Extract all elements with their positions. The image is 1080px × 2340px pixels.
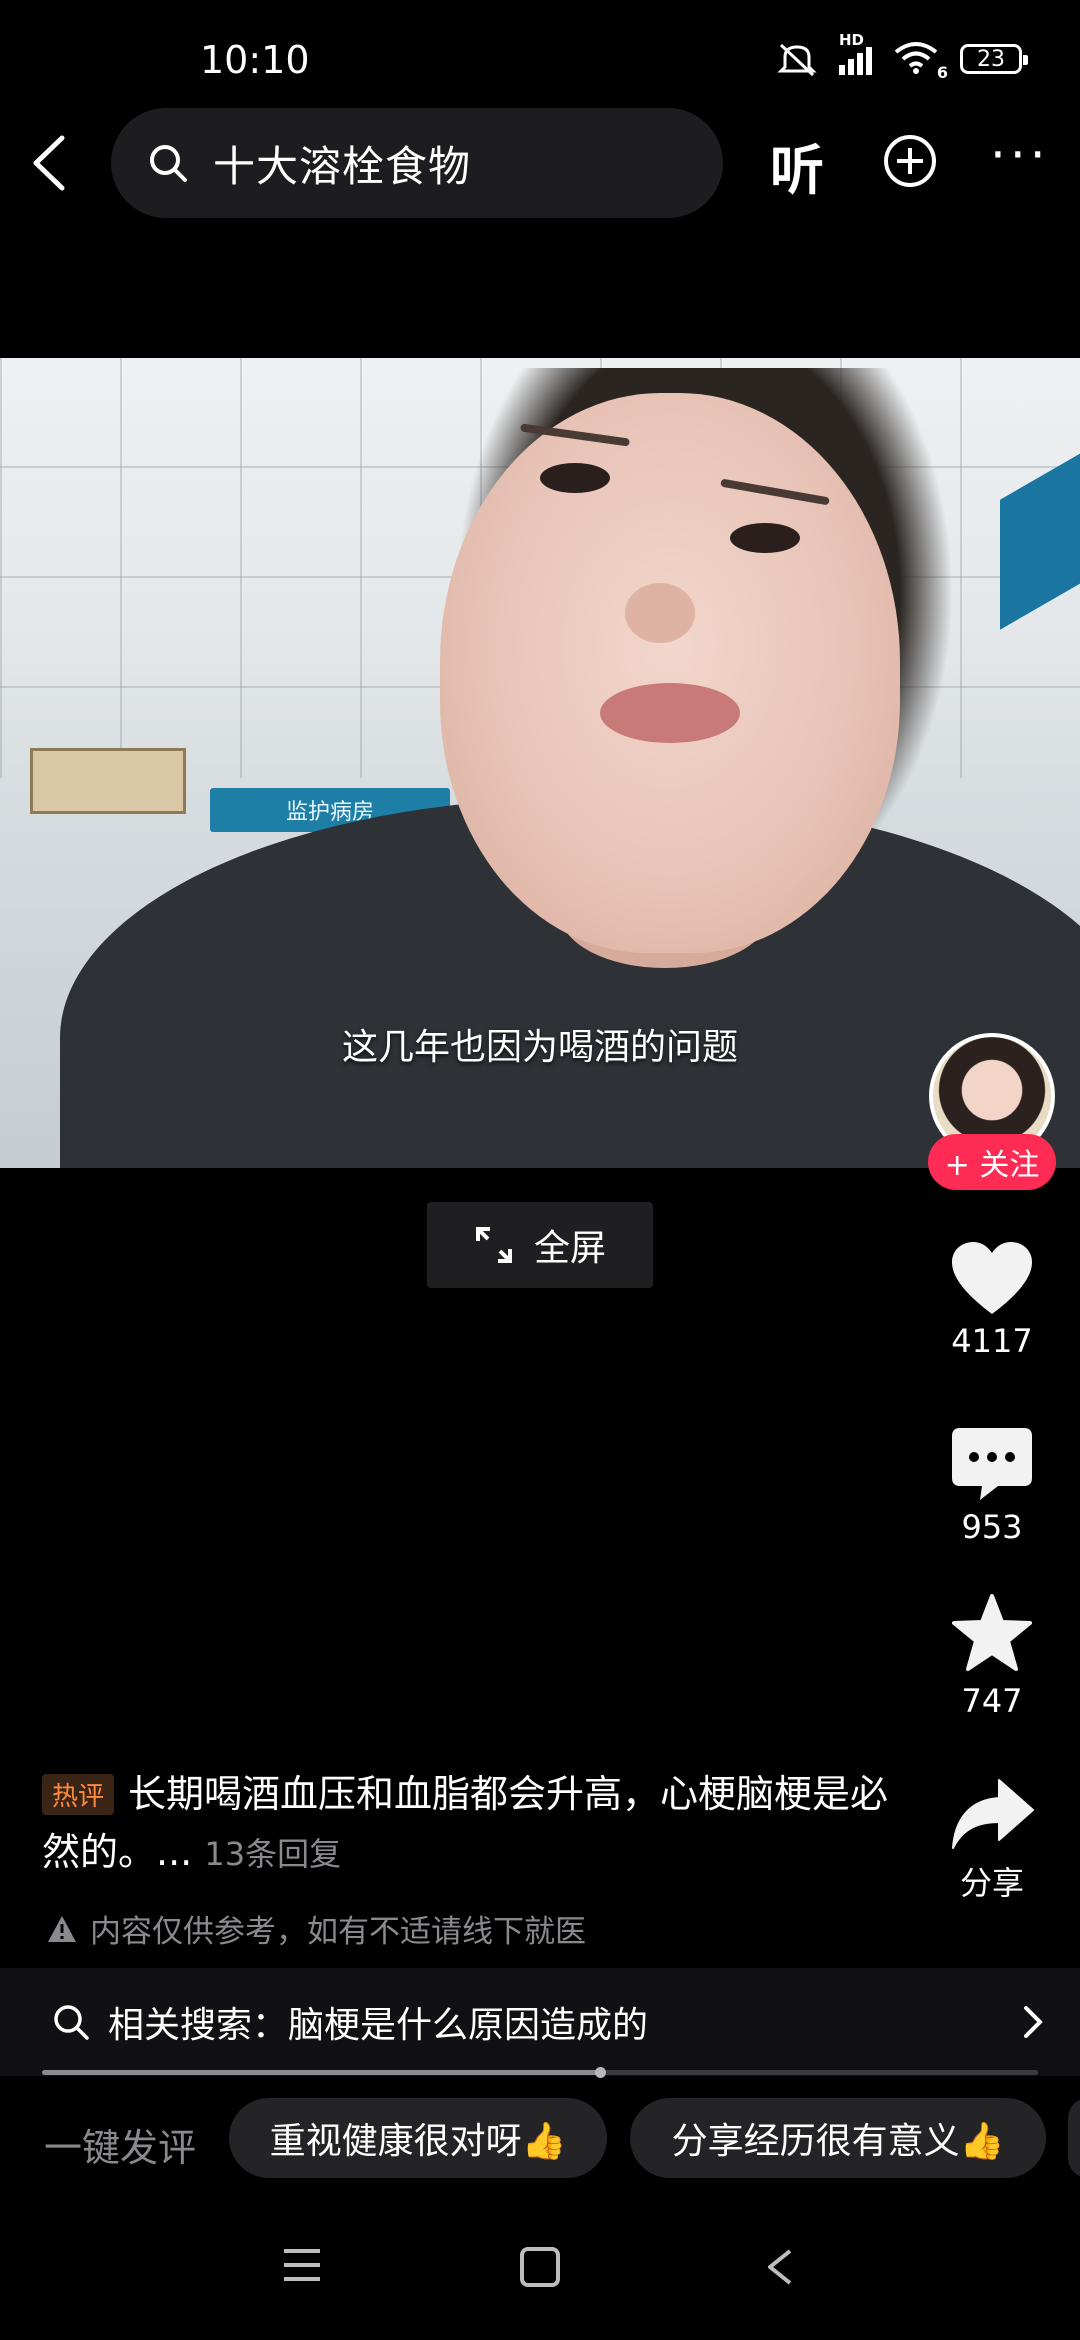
progress-fill	[42, 2070, 600, 2075]
search-icon	[54, 2005, 89, 2040]
quick-comment-chip[interactable]: 重视健康很对呀👍	[229, 2098, 607, 2178]
warning-icon	[48, 1915, 76, 1942]
listen-button[interactable]: 听	[770, 126, 824, 205]
search-icon	[150, 145, 187, 182]
battery-icon: 23	[960, 44, 1028, 74]
disclaimer-text: 内容仅供参考，如有不适请线下就医	[90, 1914, 586, 1950]
wifi-icon: 6	[894, 40, 948, 82]
hot-comment-tag: 热评	[42, 1774, 115, 1815]
comment-bubble-icon	[952, 1428, 1032, 1500]
comment-button[interactable]: 953	[940, 1426, 1044, 1546]
share-label: 分享	[959, 1864, 1024, 1902]
signal-icon: HD	[839, 31, 872, 75]
quick-comment-chip-partial[interactable]	[1068, 2098, 1080, 2178]
back-nav-button[interactable]	[760, 2245, 800, 2293]
back-triangle-icon	[768, 2249, 792, 2285]
fullscreen-button[interactable]: 全屏	[427, 1202, 653, 1288]
search-bar[interactable]: 十大溶栓食物	[111, 108, 723, 218]
network-type-label: HD	[839, 31, 865, 49]
hot-comment-text: 长期喝酒血压和血脂都会升高，心梗脑梗是必然的。...	[42, 1772, 889, 1874]
battery-level: 23	[977, 46, 1005, 72]
quick-comment-chip[interactable]: 分享经历很有意义👍	[630, 2098, 1046, 2178]
progress-knob[interactable]	[594, 2067, 606, 2078]
share-arrow-icon	[952, 1779, 1034, 1849]
status-icons: HD 6 23	[777, 31, 1028, 82]
home-nav-button[interactable]	[518, 2245, 562, 2293]
expand-icon	[475, 1227, 512, 1263]
like-button[interactable]: 4117	[940, 1240, 1044, 1360]
add-button[interactable]	[884, 135, 936, 187]
reply-count[interactable]: 13条回复	[204, 1835, 341, 1873]
back-button[interactable]	[22, 128, 82, 198]
heart-icon	[952, 1242, 1032, 1314]
quick-comment-label: 一键发评	[44, 2126, 197, 2170]
like-count: 4117	[951, 1322, 1033, 1360]
wall-plaque	[30, 748, 186, 814]
person-face	[440, 393, 900, 953]
menu-nav-button[interactable]	[280, 2245, 324, 2289]
mute-icon	[777, 43, 817, 77]
video-player[interactable]: 监护病房 这几年也因为喝酒的问题	[0, 358, 1080, 1168]
home-square-icon	[520, 2247, 560, 2287]
search-query: 十大溶栓食物	[213, 141, 472, 191]
disclaimer: 内容仅供参考，如有不适请线下就医	[46, 1906, 586, 1951]
status-time: 10:10	[200, 38, 310, 82]
related-search-bar[interactable]: 相关搜索：脑梗是什么原因造成的	[0, 1968, 1080, 2076]
follow-button[interactable]: + 关注	[928, 1134, 1056, 1190]
star-icon	[952, 1594, 1032, 1671]
share-button[interactable]: 分享	[940, 1776, 1044, 1904]
related-search-text: 相关搜索：脑梗是什么原因造成的	[108, 2005, 649, 2046]
hot-comment[interactable]: 长期喝酒血压和血脂都会升高，心梗脑梗是必然的。... 13条回复	[42, 1765, 892, 1883]
fullscreen-label: 全屏	[533, 1228, 606, 1269]
chevron-left-icon	[33, 135, 65, 191]
chevron-right-icon	[1024, 2006, 1043, 2038]
video-subtitle: 这几年也因为喝酒的问题	[341, 1027, 738, 1068]
more-options-icon[interactable]: ···	[990, 130, 1050, 180]
video-progress-bar[interactable]	[42, 2067, 1038, 2078]
comment-count: 953	[961, 1508, 1023, 1546]
favorite-count: 747	[961, 1682, 1023, 1720]
favorite-button[interactable]: 747	[940, 1592, 1044, 1720]
wifi-generation-label: 6	[936, 63, 948, 82]
menu-icon	[284, 2249, 320, 2281]
